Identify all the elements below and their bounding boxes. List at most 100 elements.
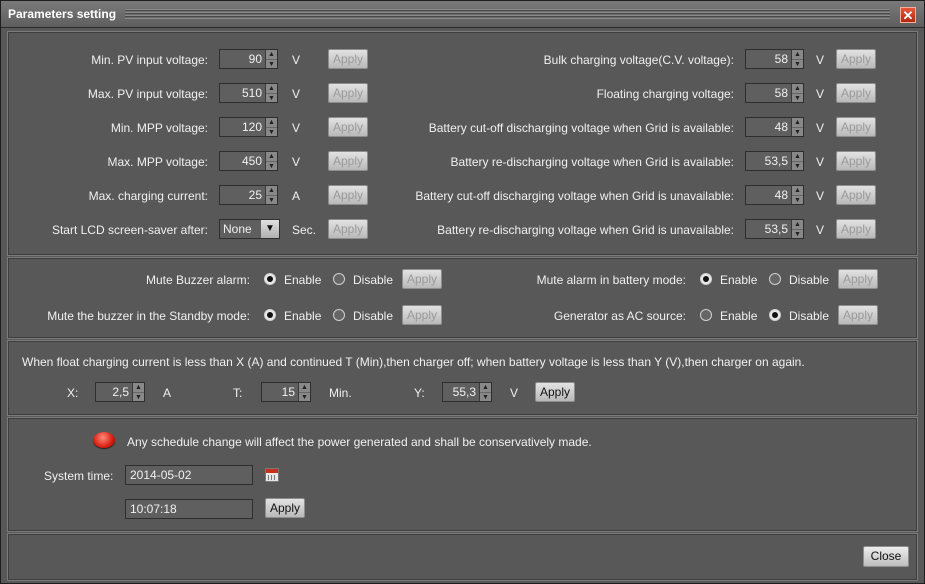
screensaver-apply-button[interactable]: Apply	[328, 219, 368, 239]
standby-buzzer-disable-radio[interactable]	[333, 309, 345, 321]
generator-ac-source-disable-label[interactable]: Disable	[789, 309, 829, 323]
x-stepper[interactable]: 2,5 ▲ ▼	[95, 382, 145, 402]
max-charging-current-value[interactable]: 25	[220, 186, 265, 204]
cutoff-grid-available-value[interactable]: 48	[746, 118, 791, 136]
generator-ac-source-disable-radio[interactable]	[769, 309, 781, 321]
battery-mode-alarm-disable-radio[interactable]	[769, 273, 781, 285]
min-pv-voltage-unit: V	[292, 53, 301, 67]
cutoff-grid-available-stepper[interactable]: 48 ▲ ▼	[745, 117, 804, 137]
bulk-charging-voltage-stepper[interactable]: 58 ▲ ▼	[745, 49, 804, 69]
mute-buzzer-disable-label[interactable]: Disable	[353, 273, 393, 287]
x-value[interactable]: 2,5	[96, 383, 132, 401]
system-date-input[interactable]: 2014-05-02	[125, 465, 253, 485]
system-time-apply-button[interactable]: Apply	[265, 498, 305, 518]
mute-buzzer-apply-button[interactable]: Apply	[402, 269, 442, 289]
parameters-setting-window: Parameters setting ✕ Min. PV input volta…	[0, 0, 925, 584]
max-charging-current-stepper[interactable]: 25 ▲ ▼	[219, 185, 278, 205]
battery-mode-alarm-enable-label[interactable]: Enable	[720, 273, 757, 287]
min-mpp-voltage-value[interactable]: 120	[220, 118, 265, 136]
spinner-icon[interactable]: ▲ ▼	[132, 383, 144, 401]
y-value[interactable]: 55,3	[443, 383, 479, 401]
generator-ac-source-enable-radio[interactable]	[700, 309, 712, 321]
floating-charging-voltage-stepper[interactable]: 58 ▲ ▼	[745, 83, 804, 103]
bulk-charging-voltage-apply-button[interactable]: Apply	[836, 49, 876, 69]
floating-charging-voltage-value[interactable]: 58	[746, 84, 791, 102]
mute-buzzer-enable-radio[interactable]	[264, 273, 276, 285]
t-stepper[interactable]: 15 ▲ ▼	[261, 382, 311, 402]
cutoff-grid-unavailable-value[interactable]: 48	[746, 186, 791, 204]
window-close-icon[interactable]: ✕	[900, 7, 916, 23]
screensaver-selected-value[interactable]: None	[220, 220, 261, 238]
max-mpp-voltage-label: Max. MPP voltage:	[107, 155, 209, 169]
min-mpp-voltage-unit: V	[292, 121, 301, 135]
spinner-icon[interactable]: ▲ ▼	[791, 50, 803, 68]
screensaver-select[interactable]: None ▼	[219, 219, 280, 239]
max-pv-voltage-stepper[interactable]: 510 ▲ ▼	[219, 83, 278, 103]
max-pv-voltage-value[interactable]: 510	[220, 84, 265, 102]
max-pv-voltage-apply-button[interactable]: Apply	[328, 83, 368, 103]
system-time-input[interactable]: 10:07:18	[125, 499, 253, 519]
redischarge-grid-available-apply-button[interactable]: Apply	[836, 151, 876, 171]
spinner-icon[interactable]: ▲ ▼	[265, 50, 277, 68]
redischarge-grid-available-stepper[interactable]: 53,5 ▲ ▼	[745, 151, 804, 171]
generator-ac-source-enable-label[interactable]: Enable	[720, 309, 757, 323]
max-charging-current-label: Max. charging current:	[88, 189, 208, 203]
min-pv-voltage-stepper[interactable]: 90 ▲ ▼	[219, 49, 278, 69]
spinner-icon[interactable]: ▲ ▼	[265, 118, 277, 136]
spinner-icon[interactable]: ▲ ▼	[791, 118, 803, 136]
mute-buzzer-enable-label[interactable]: Enable	[284, 273, 321, 287]
close-button[interactable]: Close	[863, 546, 909, 567]
min-mpp-voltage-apply-button[interactable]: Apply	[328, 117, 368, 137]
float-charge-panel	[7, 340, 918, 416]
mute-buzzer-disable-radio[interactable]	[333, 273, 345, 285]
spinner-icon[interactable]: ▲ ▼	[298, 383, 310, 401]
standby-buzzer-enable-radio[interactable]	[264, 309, 276, 321]
spinner-icon[interactable]: ▲ ▼	[791, 84, 803, 102]
battery-mode-alarm-apply-button[interactable]: Apply	[838, 269, 878, 289]
float-charge-apply-button[interactable]: Apply	[535, 382, 575, 402]
cutoff-grid-available-apply-button[interactable]: Apply	[836, 117, 876, 137]
redischarge-grid-unavailable-unit: V	[816, 223, 825, 237]
redischarge-grid-available-value[interactable]: 53,5	[746, 152, 791, 170]
floating-charging-voltage-apply-button[interactable]: Apply	[836, 83, 876, 103]
footer-panel	[7, 533, 918, 581]
generator-ac-source-apply-button[interactable]: Apply	[838, 305, 878, 325]
chevron-down-icon[interactable]: ▼	[261, 220, 279, 238]
cutoff-grid-unavailable-apply-button[interactable]: Apply	[836, 185, 876, 205]
standby-buzzer-disable-label[interactable]: Disable	[353, 309, 393, 323]
max-mpp-voltage-stepper[interactable]: 450 ▲ ▼	[219, 151, 278, 171]
mute-buzzer-label: Mute Buzzer alarm:	[145, 273, 250, 287]
cutoff-grid-available-unit: V	[816, 121, 825, 135]
max-mpp-voltage-apply-button[interactable]: Apply	[328, 151, 368, 171]
spinner-icon[interactable]: ▲ ▼	[479, 383, 491, 401]
y-stepper[interactable]: 55,3 ▲ ▼	[442, 382, 492, 402]
standby-buzzer-apply-button[interactable]: Apply	[402, 305, 442, 325]
redischarge-grid-unavailable-stepper[interactable]: 53,5 ▲ ▼	[745, 219, 804, 239]
redischarge-grid-unavailable-value[interactable]: 53,5	[746, 220, 791, 238]
standby-buzzer-enable-label[interactable]: Enable	[284, 309, 321, 323]
bulk-charging-voltage-value[interactable]: 58	[746, 50, 791, 68]
spinner-icon[interactable]: ▲ ▼	[265, 152, 277, 170]
cutoff-grid-unavailable-stepper[interactable]: 48 ▲ ▼	[745, 185, 804, 205]
spinner-icon[interactable]: ▲ ▼	[265, 186, 277, 204]
redischarge-grid-available-unit: V	[816, 155, 825, 169]
min-mpp-voltage-stepper[interactable]: 120 ▲ ▼	[219, 117, 278, 137]
max-charging-current-apply-button[interactable]: Apply	[328, 185, 368, 205]
screensaver-label: Start LCD screen-saver after:	[51, 223, 208, 237]
min-mpp-voltage-label: Min. MPP voltage:	[110, 121, 208, 135]
t-value[interactable]: 15	[262, 383, 298, 401]
battery-mode-alarm-enable-radio[interactable]	[700, 273, 712, 285]
spinner-icon[interactable]: ▲ ▼	[791, 220, 803, 238]
calendar-icon[interactable]	[265, 468, 279, 482]
title-bar-grip	[125, 9, 890, 19]
max-mpp-voltage-value[interactable]: 450	[220, 152, 265, 170]
title-bar[interactable]: Parameters setting ✕	[1, 1, 924, 28]
window-title: Parameters setting	[8, 7, 117, 21]
spinner-icon[interactable]: ▲ ▼	[791, 152, 803, 170]
redischarge-grid-unavailable-apply-button[interactable]: Apply	[836, 219, 876, 239]
spinner-icon[interactable]: ▲ ▼	[791, 186, 803, 204]
battery-mode-alarm-disable-label[interactable]: Disable	[789, 273, 829, 287]
min-pv-voltage-apply-button[interactable]: Apply	[328, 49, 368, 69]
spinner-icon[interactable]: ▲ ▼	[265, 84, 277, 102]
min-pv-voltage-value[interactable]: 90	[220, 50, 265, 68]
